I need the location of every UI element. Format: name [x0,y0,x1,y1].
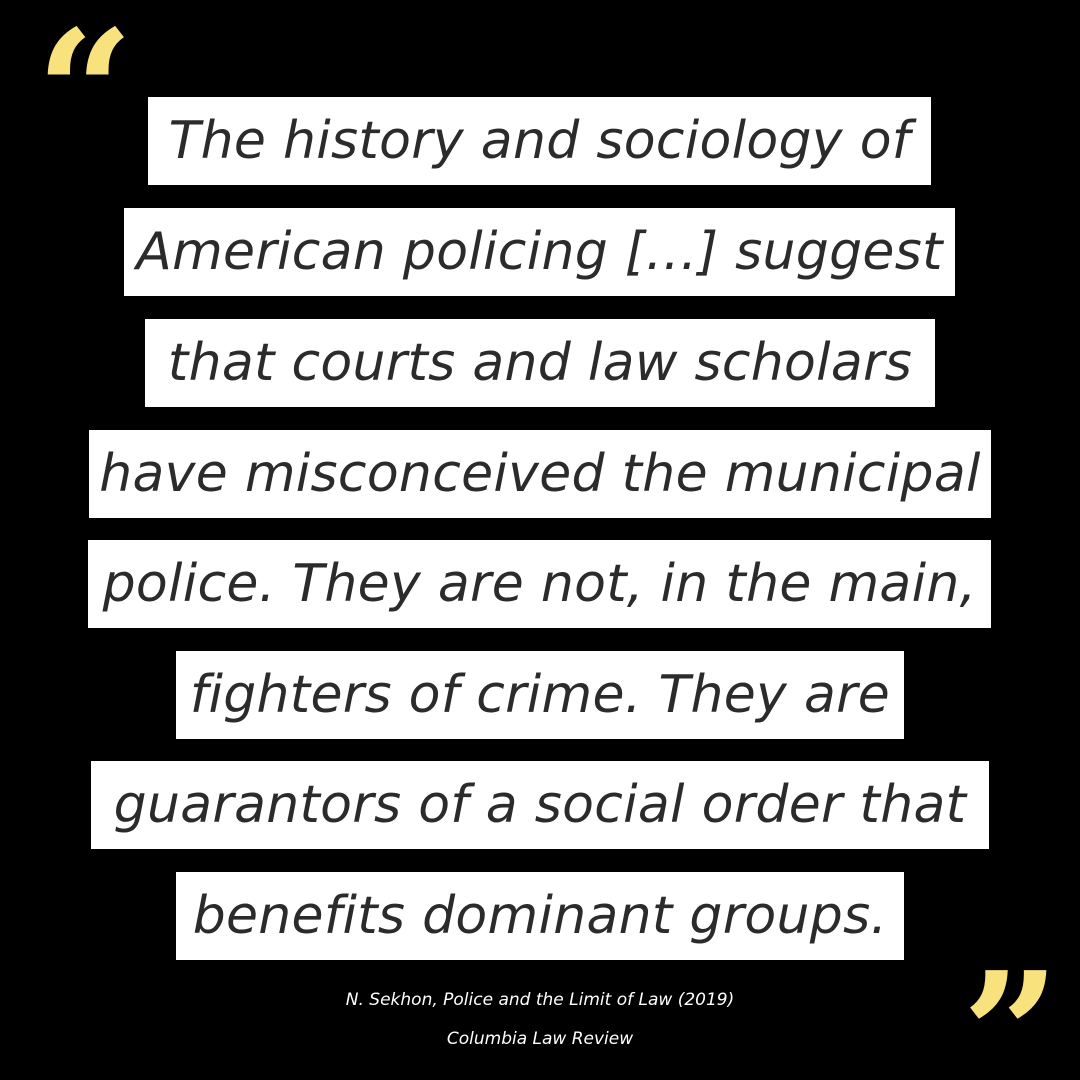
citation-source: N. Sekhon, Police and the Limit of Law (… [345,990,735,1010]
open-quote-mark-icon: “ [36,0,134,193]
citation-journal: Columbia Law Review [446,1029,634,1049]
quote-card: “ The history and sociology of American … [0,0,1080,1080]
quote-line-2: American policing […] suggest [124,208,955,296]
quote-line-8: benefits dominant groups. [176,872,904,960]
quote-line-7: guarantors of a social order that [91,761,989,849]
quote-line-3: that courts and law scholars [145,319,935,407]
quote-line-6: fighters of crime. They are [176,651,904,739]
quote-line-1: The history and sociology of [148,97,931,185]
quote-line-4: have misconceived the municipal [89,430,991,518]
close-quote-mark-icon: ” [962,935,1060,1080]
quote-line-5: police. They are not, in the main, [88,540,991,628]
